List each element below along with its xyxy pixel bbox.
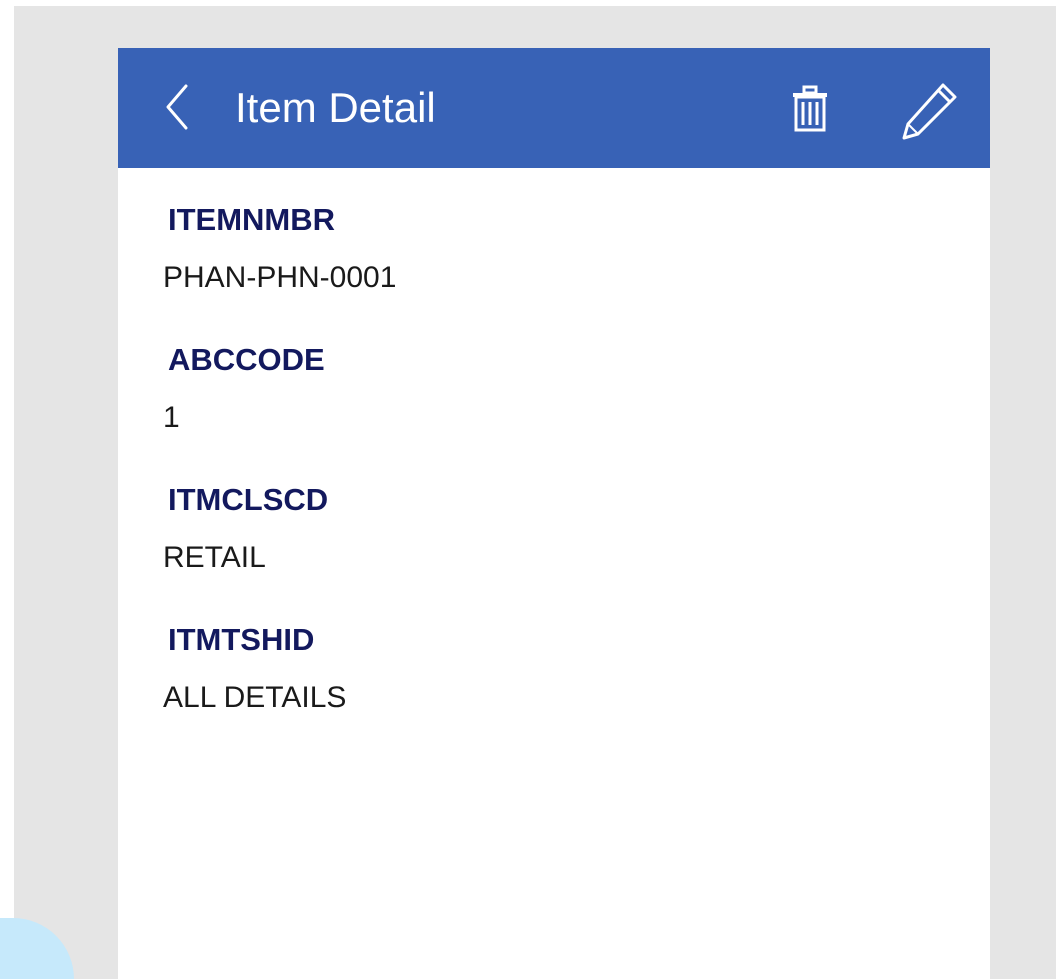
title-bar: Item Detail: [118, 48, 990, 168]
item-detail-screen: Item Detail ITEMNMBR PHAN-PHN-0001 ABCCO…: [118, 48, 990, 979]
field-value: 1: [163, 401, 180, 434]
pencil-icon: [902, 83, 957, 140]
field-abccode: ABCCODE 1: [118, 308, 990, 448]
field-label: ITMCLSCD: [168, 482, 329, 517]
field-itemnmbr: ITEMNMBR PHAN-PHN-0001: [118, 168, 990, 308]
page-title: Item Detail: [235, 84, 436, 131]
field-itmtshid: ITMTSHID ALL DETAILS: [118, 588, 990, 728]
edit-button[interactable]: [898, 80, 960, 142]
field-label: ITEMNMBR: [168, 202, 336, 237]
delete-button[interactable]: [790, 84, 830, 134]
field-value: PHAN-PHN-0001: [163, 261, 397, 294]
field-label: ABCCODE: [168, 342, 325, 377]
field-label: ITMTSHID: [168, 622, 315, 657]
trash-icon: [793, 85, 827, 132]
chevron-left-icon: [166, 84, 188, 130]
back-button[interactable]: [158, 82, 198, 132]
field-value: ALL DETAILS: [163, 681, 347, 714]
field-value: RETAIL: [163, 541, 266, 574]
field-itmclscd: ITMCLSCD RETAIL: [118, 448, 990, 588]
